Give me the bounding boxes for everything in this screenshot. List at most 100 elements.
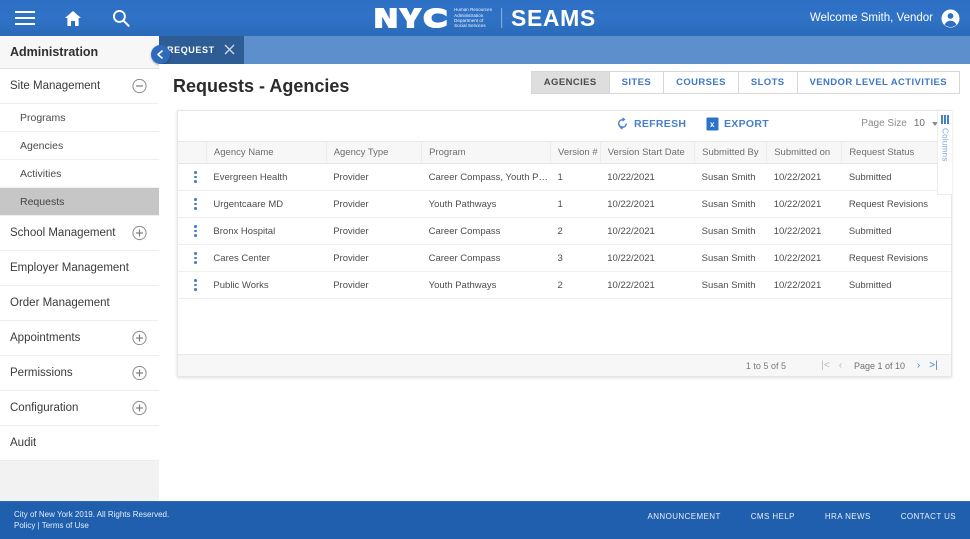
table-header-row: Agency Name Agency Type Program Version # Ve… — [178, 141, 951, 164]
sidebar-item-audit[interactable]: Audit — [0, 426, 159, 461]
cell-agency-type: Provider — [326, 163, 422, 191]
cell-agency-type: Provider — [326, 271, 422, 299]
requests-table: Agency Name Agency Type Program Version # Ve… — [178, 141, 951, 299]
close-icon[interactable] — [224, 44, 235, 55]
tab-request[interactable]: REQUEST — [159, 36, 244, 64]
kebab-menu-icon[interactable] — [178, 163, 207, 191]
sidebar-item-order-management[interactable]: Order Management — [0, 286, 159, 321]
tab-request-label: REQUEST — [167, 45, 215, 55]
tab-courses[interactable]: COURSES — [664, 72, 739, 93]
tab-vendor-level-activities[interactable]: VENDOR LEVEL ACTIVITIES — [797, 72, 959, 93]
cell-program: Youth Pathways — [421, 271, 551, 299]
next-page-button[interactable]: › — [911, 358, 926, 373]
grid-pagination: 1 to 5 of 5 |< ‹ Page 1 of 10 › >| — [178, 354, 951, 376]
column-header-version[interactable]: Version # — [550, 141, 601, 164]
terms-of-use-link[interactable]: Terms of Use — [42, 521, 89, 530]
hamburger-menu-icon[interactable] — [12, 5, 38, 31]
refresh-button[interactable]: REFRESH — [616, 117, 686, 130]
footer-link-cms-help[interactable]: CMS HELP — [751, 512, 795, 521]
home-icon[interactable] — [60, 5, 86, 31]
sidebar-item-permissions[interactable]: Permissions — [0, 356, 159, 391]
previous-page-button[interactable]: ‹ — [833, 358, 848, 373]
kebab-menu-icon[interactable] — [178, 271, 207, 299]
hra-agency-name: Human Resources Administration Departmen… — [454, 7, 493, 29]
first-page-button[interactable]: |< — [818, 358, 833, 373]
sidebar-item-school-management[interactable]: School Management — [0, 216, 159, 251]
page-header: Requests - Agencies AGENCIES SITES COURSES… — [159, 64, 970, 108]
columns-panel-toggle[interactable]: Columns — [937, 111, 952, 195]
tab-agencies[interactable]: AGENCIES — [531, 72, 610, 93]
cell-submitted-on: 10/22/2021 — [766, 271, 842, 299]
column-header-program[interactable]: Program — [421, 141, 552, 164]
tab-sites[interactable]: SITES — [609, 72, 665, 93]
columns-bars-icon — [941, 115, 949, 124]
cell-agency-name: Urgentcaare MD — [206, 190, 327, 218]
cell-submitted-on: 10/22/2021 — [766, 244, 842, 272]
sidebar-item-configuration[interactable]: Configuration — [0, 391, 159, 426]
policy-link[interactable]: Policy — [14, 521, 35, 530]
sidebar-item-label: Activities — [20, 167, 62, 180]
column-header-submitted-by[interactable]: Submitted By — [694, 141, 768, 164]
sidebar-item-label: Permissions — [10, 367, 73, 379]
copyright-text: City of New York 2019. All Rights Reserv… — [14, 510, 170, 519]
cell-agency-type: Provider — [326, 190, 422, 218]
column-header-agency-type[interactable]: Agency Type — [326, 141, 423, 164]
tab-slots[interactable]: SLOTS — [738, 72, 798, 93]
sidebar-item-label: Audit — [10, 437, 37, 449]
column-header-version-start-date[interactable]: Version Start Date — [600, 141, 696, 164]
plus-circle-icon[interactable] — [132, 365, 147, 381]
search-icon[interactable] — [108, 5, 134, 31]
column-header-request-status[interactable]: Request Status — [841, 141, 951, 164]
column-header-agency-name[interactable]: Agency Name — [206, 141, 327, 164]
sidebar-item-label: Programs — [20, 111, 66, 124]
table-row[interactable]: Urgentcaare MD Provider Youth Pathways 1 10/… — [178, 190, 951, 218]
footer-link-hra-news[interactable]: HRA NEWS — [825, 512, 871, 521]
sidebar-item-agencies[interactable]: Agencies — [0, 132, 159, 160]
cell-agency-type: Provider — [326, 217, 422, 245]
minus-circle-icon[interactable] — [132, 78, 147, 94]
top-bar-icon-group — [12, 5, 134, 31]
sidebar-item-requests[interactable]: Requests — [0, 188, 159, 216]
sidebar-collapse-button[interactable] — [151, 45, 170, 64]
plus-circle-icon[interactable] — [132, 400, 147, 416]
sidebar-item-site-management[interactable]: Site Management — [0, 69, 159, 104]
kebab-menu-icon[interactable] — [178, 244, 207, 272]
sidebar-item-appointments[interactable]: Appointments — [0, 321, 159, 356]
account-circle-icon[interactable] — [941, 9, 960, 28]
plus-circle-icon[interactable] — [132, 330, 147, 346]
main-content: Requests - Agencies AGENCIES SITES COURSES… — [159, 64, 970, 501]
footer-link-announcement[interactable]: ANNOUNCEMENT — [648, 512, 721, 521]
page-footer: City of New York 2019. All Rights Reserv… — [0, 501, 970, 539]
nyc-hra-logo: Human Resources Administration Departmen… — [374, 7, 492, 29]
cell-version: 3 — [550, 244, 601, 272]
sidebar-item-programs[interactable]: Programs — [0, 104, 159, 132]
last-page-button[interactable]: >| — [926, 358, 941, 373]
sidebar-item-employer-management[interactable]: Employer Management — [0, 251, 159, 286]
export-button[interactable]: x EXPORT — [706, 117, 769, 131]
cell-agency-type: Provider — [326, 244, 422, 272]
cell-version: 2 — [550, 271, 601, 299]
application-window: Human Resources Administration Departmen… — [0, 0, 970, 539]
kebab-menu-icon[interactable] — [178, 190, 207, 218]
cell-version-start-date: 10/22/2021 — [600, 271, 695, 299]
cell-agency-name: Evergreen Health — [206, 163, 327, 191]
refresh-icon — [618, 117, 627, 130]
page-size-selector[interactable]: Page Size 10 — [861, 118, 938, 129]
user-account-menu[interactable]: Welcome Smith, Vendor — [810, 0, 960, 36]
page-indicator: Page 1 of 10 — [853, 360, 905, 371]
sidebar-item-activities[interactable]: Activities — [0, 160, 159, 188]
svg-text:x: x — [710, 120, 715, 129]
table-row[interactable]: Cares Center Provider Career Compass 3 10/22… — [178, 244, 951, 272]
cell-version: 2 — [550, 217, 601, 245]
table-row[interactable]: Bronx Hospital Provider Career Compass 2 10/… — [178, 217, 951, 245]
footer-link-contact-us[interactable]: CONTACT US — [901, 512, 956, 521]
export-label: EXPORT — [724, 118, 769, 130]
table-row[interactable]: Public Works Provider Youth Pathways 2 10/22… — [178, 271, 951, 299]
excel-file-icon: x — [706, 117, 719, 131]
app-name: SEAMS — [511, 4, 596, 31]
column-header-submitted-on[interactable]: Submitted on — [766, 141, 843, 164]
sidebar-item-label: Site Management — [10, 80, 101, 92]
plus-circle-icon[interactable] — [132, 225, 147, 241]
table-row[interactable]: Evergreen Health Provider Career Compass, … — [178, 163, 951, 191]
kebab-menu-icon[interactable] — [178, 217, 207, 245]
